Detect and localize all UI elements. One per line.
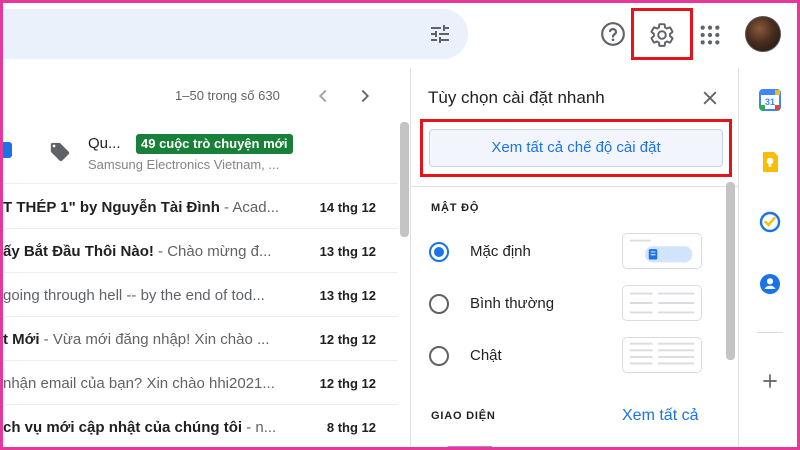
panel-scrollbar[interactable] <box>726 182 735 360</box>
avatar[interactable] <box>745 16 781 52</box>
email-snippet: nhận email của bạn? Xin chào hhi2021... <box>3 375 275 392</box>
email-row[interactable]: ấy Bắt Đầu Thôi Nào! - Chào mừng đ... 13… <box>3 229 398 273</box>
density-option-label: Chật <box>470 347 502 364</box>
radio-unselected[interactable] <box>429 346 449 366</box>
tasks-icon[interactable] <box>758 210 782 234</box>
chevron-left-icon[interactable] <box>312 85 334 107</box>
email-date: 14 thg 12 <box>319 200 376 215</box>
email-snippet: - n... <box>242 419 277 436</box>
email-text: going through hell -- by the end of tod.… <box>3 287 303 304</box>
email-snippet: going through hell -- by the end of tod.… <box>3 287 265 304</box>
density-compact-preview <box>622 337 702 373</box>
email-date: 8 thg 12 <box>326 420 376 435</box>
radio-unselected[interactable] <box>429 294 449 314</box>
list-scrollbar[interactable] <box>400 122 409 237</box>
gear-icon[interactable] <box>649 22 675 48</box>
promotions-title: Qu... <box>88 135 121 152</box>
email-text: T THÉP 1" by Nguyễn Tài Đình - Acad... <box>3 199 303 216</box>
promotions-senders: Samsung Electronics Vietnam, ... <box>88 157 280 172</box>
new-conversations-badge: 49 cuộc trò chuyện mới <box>136 134 293 154</box>
density-comfortable-preview <box>622 285 702 321</box>
calendar-icon[interactable]: 31 <box>758 88 782 112</box>
pagination-range: 1–50 trong số 630 <box>175 88 280 103</box>
svg-text:31: 31 <box>765 97 775 107</box>
add-icon[interactable] <box>760 371 780 391</box>
mail-list: 1–50 trong số 630 Qu... 49 cuộc trò chuy… <box>3 68 410 450</box>
density-option-label: Mặc định <box>470 243 531 260</box>
contacts-icon[interactable] <box>758 272 782 296</box>
email-snippet: - Acad... <box>219 199 280 216</box>
side-divider <box>757 332 783 333</box>
see-all-highlight: Xem tất cả chế độ cài đặt <box>420 119 732 177</box>
search-options-icon[interactable] <box>428 22 452 46</box>
email-subject: ấy Bắt Đầu Thôi Nào! <box>3 243 154 260</box>
see-all-settings-button[interactable]: Xem tất cả chế độ cài đặt <box>429 129 723 167</box>
email-subject: T THÉP 1" by Nguyễn Tài Đình <box>3 199 220 216</box>
see-all-themes-link[interactable]: Xem tất cả <box>622 407 698 425</box>
top-bar <box>0 0 800 64</box>
email-row[interactable]: T THÉP 1" by Nguyễn Tài Đình - Acad... 1… <box>3 185 398 229</box>
email-row[interactable]: ch vụ mới cập nhật của chúng tôi - n... … <box>3 405 398 449</box>
list-toolbar: 1–50 trong số 630 <box>3 68 410 122</box>
scroll-indicator <box>447 446 493 450</box>
email-text: nhận email của bạn? Xin chào hhi2021... <box>3 375 303 392</box>
help-icon[interactable] <box>600 21 626 47</box>
apps-grid-icon[interactable] <box>699 24 721 46</box>
email-snippet: - Vừa mới đăng nhập! Xin chào ... <box>39 331 270 348</box>
keep-icon[interactable] <box>758 150 782 174</box>
chevron-right-icon[interactable] <box>354 85 376 107</box>
theme-heading: GIAO DIỆN <box>431 410 496 422</box>
settings-highlight <box>631 8 693 60</box>
email-row[interactable]: nhận email của bạn? Xin chào hhi2021... … <box>3 361 398 405</box>
email-subject: t Mới <box>3 331 40 348</box>
email-date: 13 thg 12 <box>319 244 376 259</box>
email-text: ch vụ mới cập nhật của chúng tôi - n... <box>3 419 303 436</box>
search-box[interactable] <box>3 9 468 59</box>
close-icon[interactable] <box>700 88 720 108</box>
density-option-default[interactable]: Mặc định <box>429 233 724 273</box>
density-option-compact[interactable]: Chật <box>429 337 724 377</box>
email-text: t Mới - Vừa mới đăng nhập! Xin chào ... <box>3 331 303 348</box>
quick-settings-panel: Tùy chọn cài đặt nhanh Xem tất cả chế độ… <box>410 68 739 450</box>
divider <box>411 186 739 187</box>
radio-selected[interactable] <box>429 242 449 262</box>
density-default-preview <box>622 233 702 269</box>
tag-icon <box>50 142 70 162</box>
email-snippet: - Chào mừng đ... <box>153 243 272 260</box>
email-text: ấy Bắt Đầu Thôi Nào! - Chào mừng đ... <box>3 243 303 260</box>
side-apps-panel: 31 <box>738 68 800 450</box>
density-option-comfortable[interactable]: Bình thường <box>429 285 724 325</box>
email-date: 12 thg 12 <box>319 332 376 347</box>
density-heading: MẬT ĐỘ <box>431 202 480 214</box>
email-date: 12 thg 12 <box>319 376 376 391</box>
promotions-row[interactable]: Qu... 49 cuộc trò chuyện mới Samsung Ele… <box>3 122 398 184</box>
email-row[interactable]: t Mới - Vừa mới đăng nhập! Xin chào ... … <box>3 317 398 361</box>
category-label <box>3 142 12 158</box>
quick-settings-title: Tùy chọn cài đặt nhanh <box>428 88 605 107</box>
email-subject: ch vụ mới cập nhật của chúng tôi <box>3 419 243 436</box>
density-option-label: Bình thường <box>470 295 555 312</box>
email-row[interactable]: going through hell -- by the end of tod.… <box>3 273 398 317</box>
email-date: 13 thg 12 <box>319 288 376 303</box>
